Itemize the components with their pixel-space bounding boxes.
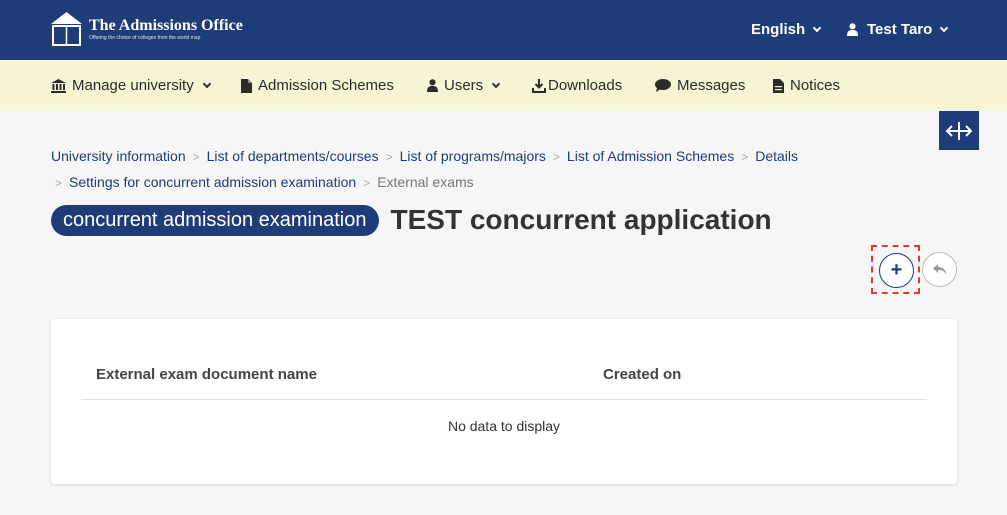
chat-icon [655,79,671,92]
logo-title: The Admissions Office [89,16,243,34]
document-icon [773,78,784,93]
language-selector[interactable]: English [751,21,822,38]
add-button[interactable]: + [879,253,914,288]
nav-downloads[interactable]: Downloads [532,77,622,94]
back-button[interactable] [922,252,957,287]
nav-notices[interactable]: Notices [773,77,840,94]
reply-icon [932,263,946,275]
nav-admission-schemes-label: Admission Schemes [258,77,394,94]
empty-table-message: No data to display [447,418,561,434]
breadcrumb-admission-schemes[interactable]: List of Admission Schemes [567,148,734,164]
nav-manage-university[interactable]: Manage university [51,77,211,94]
user-name: Test Taro [867,21,933,38]
breadcrumb-details[interactable]: Details [755,148,798,164]
column-header-document-name[interactable]: External exam document name [96,366,317,383]
nav-downloads-label: Downloads [548,77,623,94]
logo-mark-icon [51,12,82,46]
nav-messages[interactable]: Messages [655,77,745,94]
main-nav: Manage university Admission Schemes User… [0,60,1007,111]
chevron-down-icon [940,23,949,32]
nav-manage-university-label: Manage university [72,77,194,94]
nav-admission-schemes[interactable]: Admission Schemes [241,77,394,94]
breadcrumb-separator: > [552,150,560,164]
scheme-type-badge: concurrent admission examination [51,204,379,236]
breadcrumb-separator: > [741,150,749,164]
add-button-highlight: + [871,245,920,294]
breadcrumb-current: External exams [377,174,474,190]
table-header-divider [81,399,927,400]
plus-icon: + [890,259,903,281]
document-icon [241,78,252,93]
title-row: concurrent admission examination TEST co… [51,204,772,236]
breadcrumb-separator: > [363,176,371,190]
language-label: English [751,21,806,38]
chevron-down-icon [202,79,211,88]
nav-users[interactable]: Users [427,77,501,94]
expand-horizontal-icon [945,121,973,140]
chevron-down-icon [812,23,822,32]
bank-icon [51,78,66,93]
nav-messages-label: Messages [677,77,746,94]
breadcrumb-university-information[interactable]: University information [51,148,186,164]
breadcrumb-separator: > [192,150,200,164]
logo[interactable]: The Admissions Office Offering the choic… [50,11,243,47]
breadcrumb-separator: > [55,176,63,190]
chevron-down-icon [491,79,501,88]
breadcrumb: University information > List of departmen… [51,144,811,196]
page-title: TEST concurrent application [390,204,772,235]
user-icon [427,79,438,92]
expand-width-button[interactable] [939,111,979,150]
user-icon [847,23,858,36]
user-menu[interactable]: Test Taro [847,21,949,38]
top-header: The Admissions Office Offering the choic… [0,0,1007,60]
breadcrumb-programs-majors[interactable]: List of programs/majors [400,148,546,164]
nav-notices-label: Notices [790,77,841,94]
nav-users-label: Users [444,77,484,94]
logo-tagline: Offering the choice of colleges from the… [89,34,201,41]
breadcrumb-concurrent-settings[interactable]: Settings for concurrent admission examin… [69,174,356,190]
breadcrumb-separator: > [385,150,393,164]
download-icon [532,78,546,93]
breadcrumb-departments-courses[interactable]: List of departments/courses [207,148,379,164]
external-exams-table-card: External exam document name Created on N… [51,319,957,484]
column-header-created-on[interactable]: Created on [603,366,681,383]
